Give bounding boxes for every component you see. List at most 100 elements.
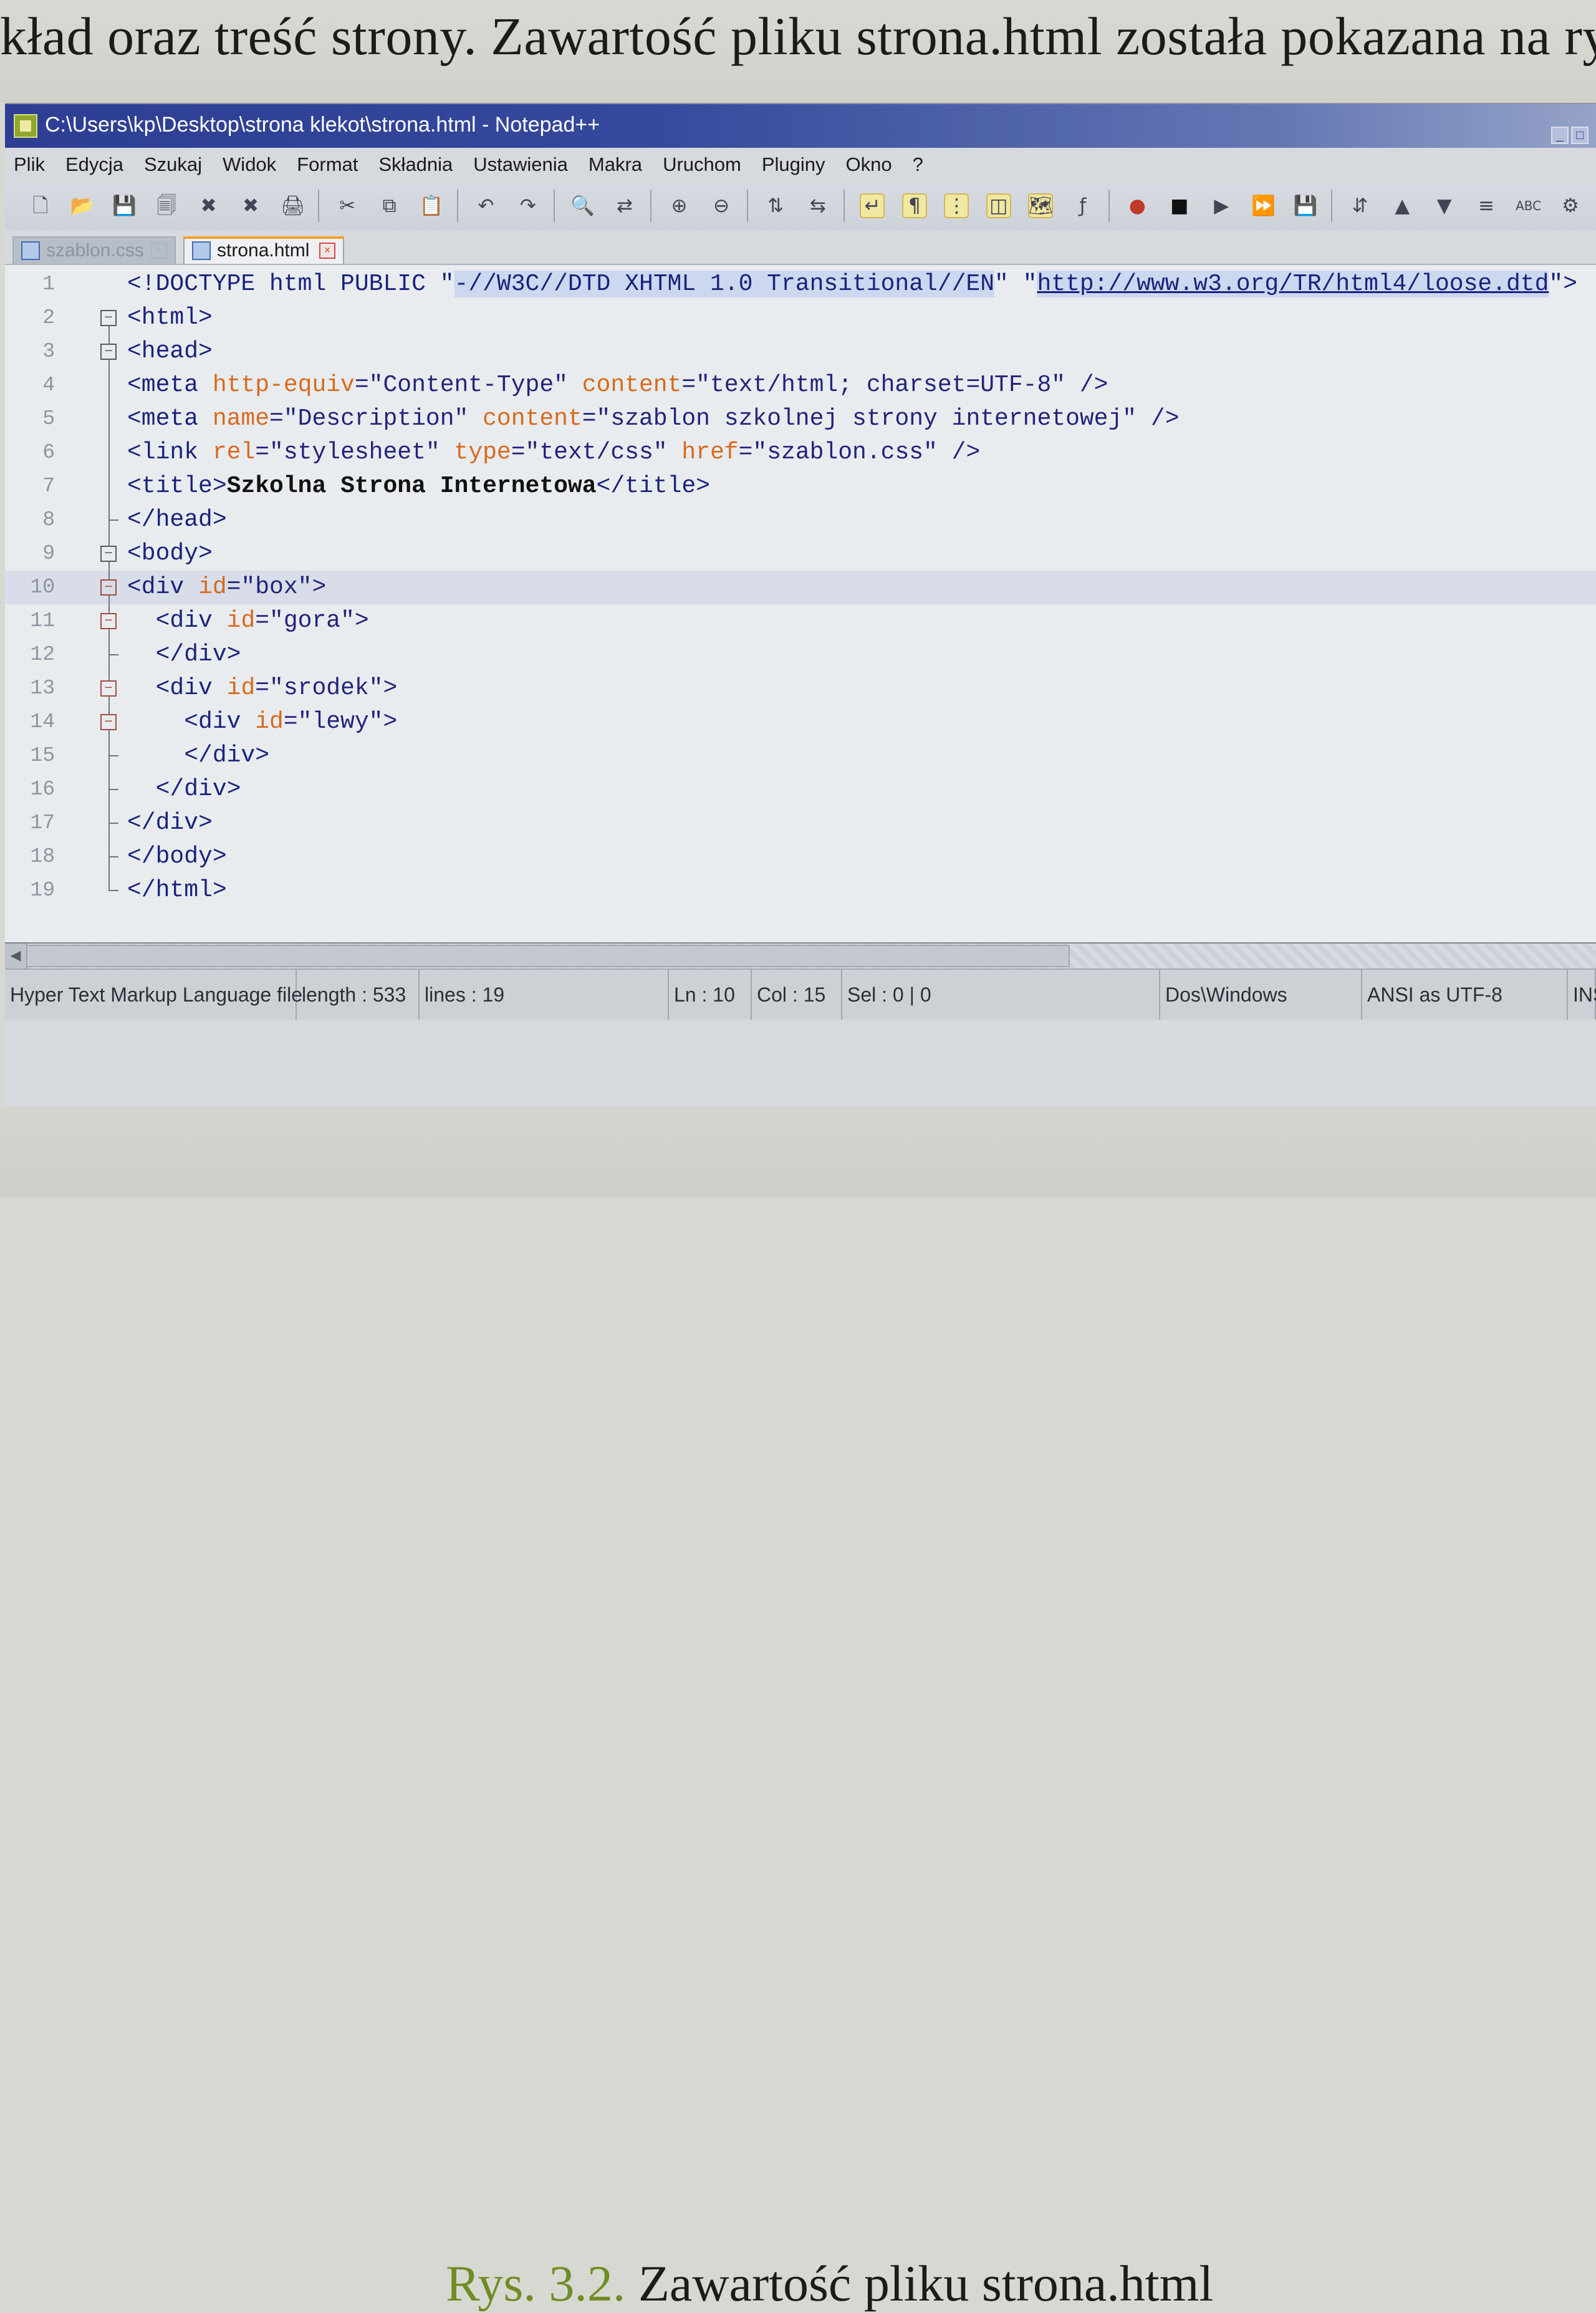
maximize-button[interactable]: □ xyxy=(1571,127,1589,144)
tab-szablon-css[interactable]: szablon.css × xyxy=(12,236,176,264)
code-text[interactable]: </head> xyxy=(127,503,227,537)
menu-item-9[interactable]: Pluginy xyxy=(762,153,825,176)
minimize-button[interactable]: _ xyxy=(1551,127,1569,144)
save-button[interactable]: 💾 xyxy=(108,189,141,223)
tab-strona-html[interactable]: strona.html × xyxy=(183,236,344,264)
up-button[interactable]: ▲ xyxy=(1385,189,1418,223)
save-macro-button[interactable]: 💾 xyxy=(1289,189,1322,223)
code-line[interactable]: 3 − <head> xyxy=(5,335,1596,369)
user-defined-button[interactable]: ◫ xyxy=(982,189,1015,223)
menu-item-10[interactable]: Okno xyxy=(846,153,892,176)
code-line[interactable]: 9 − <body> xyxy=(5,537,1596,571)
menu-item-8[interactable]: Uruchom xyxy=(663,153,741,176)
code-line[interactable]: 2 − <html> xyxy=(5,301,1596,335)
copy-button[interactable]: ⧉ xyxy=(373,189,406,223)
code-line[interactable]: 10 − <div id="box"> xyxy=(5,571,1596,604)
code-line[interactable]: 4 <meta http-equiv="Content-Type" content… xyxy=(5,369,1596,402)
menu-item-7[interactable]: Makra xyxy=(589,153,642,176)
wrap-button[interactable]: ↵ xyxy=(856,189,889,223)
indent-guide-button[interactable]: ⋮ xyxy=(940,189,973,223)
code-text[interactable]: </div> xyxy=(127,739,269,773)
menu-item-3[interactable]: Widok xyxy=(223,153,276,176)
fold-toggle-icon[interactable]: − xyxy=(100,344,117,360)
function-list-button[interactable]: ƒ xyxy=(1066,189,1099,223)
menu-item-6[interactable]: Ustawienia xyxy=(473,153,568,176)
code-line[interactable]: 18 </body> xyxy=(5,840,1596,874)
horizontal-scroll-thumb[interactable] xyxy=(26,945,1070,967)
code-line[interactable]: 7 <title>Szkolna Strona Internetowa</titl… xyxy=(5,470,1596,503)
close-button[interactable]: ✖ xyxy=(192,189,225,223)
fold-toggle-icon[interactable]: − xyxy=(100,680,117,697)
code-line[interactable]: 12 </div> xyxy=(5,638,1596,672)
new-file-button[interactable]: 🗋 xyxy=(24,189,57,223)
record-button[interactable]: ● xyxy=(1121,189,1154,223)
open-file-button[interactable]: 📂 xyxy=(65,189,99,223)
spell-button[interactable]: ABC xyxy=(1512,189,1545,223)
playback-button[interactable]: ⏩ xyxy=(1247,189,1280,223)
code-text[interactable]: <body> xyxy=(127,537,213,571)
close-tab-icon[interactable]: × xyxy=(319,243,335,259)
zoom-in-button[interactable]: ⊕ xyxy=(663,189,696,223)
menu-item-4[interactable]: Format xyxy=(297,153,358,176)
print-button[interactable]: 🖨 xyxy=(276,189,309,223)
replace-button[interactable]: ⇄ xyxy=(608,189,641,223)
redo-button[interactable]: ↷ xyxy=(511,189,544,223)
close-tab-icon[interactable]: × xyxy=(151,243,167,259)
code-line[interactable]: 5 <meta name="Description" content="szabl… xyxy=(5,402,1596,436)
doc-map-button[interactable]: 🗺 xyxy=(1024,189,1057,223)
close-all-button[interactable]: ✖ xyxy=(234,189,267,223)
horizontal-scrollbar[interactable]: ◀ xyxy=(5,942,1596,968)
code-text[interactable]: <title>Szkolna Strona Internetowa</title… xyxy=(127,470,710,503)
code-text[interactable]: <div id="lewy"> xyxy=(127,705,397,739)
code-line[interactable]: 6 <link rel="stylesheet" type="text/css" … xyxy=(5,436,1596,470)
code-text[interactable]: <div id="gora"> xyxy=(127,604,369,638)
fold-toggle-icon[interactable]: − xyxy=(100,579,117,596)
sync-vertical-button[interactable]: ⇅ xyxy=(759,189,792,223)
code-text[interactable]: <head> xyxy=(127,335,213,369)
code-line[interactable]: 8 </head> xyxy=(5,503,1596,537)
plugin-button[interactable]: ⚙ xyxy=(1554,189,1587,223)
code-editor[interactable]: 1 <!DOCTYPE html PUBLIC "-//W3C//DTD XHTM… xyxy=(5,264,1596,942)
code-line[interactable]: 1 <!DOCTYPE html PUBLIC "-//W3C//DTD XHTM… xyxy=(5,268,1596,301)
code-text[interactable]: <div id="srodek"> xyxy=(127,672,398,705)
code-line[interactable]: 15 </div> xyxy=(5,739,1596,773)
code-text[interactable]: <div id="box"> xyxy=(127,571,326,604)
menu-item-5[interactable]: Składnia xyxy=(378,153,453,176)
code-text[interactable]: </div> xyxy=(127,773,241,806)
code-line[interactable]: 11 − <div id="gora"> xyxy=(5,604,1596,638)
scroll-left-icon[interactable]: ◀ xyxy=(5,944,27,968)
title-bar[interactable]: C:\Users\kp\Desktop\strona klekot\strona… xyxy=(5,104,1596,148)
zoom-out-button[interactable]: ⊖ xyxy=(704,189,738,223)
menu-item-11[interactable]: ? xyxy=(913,153,923,176)
code-line[interactable]: 19 </html> xyxy=(5,874,1596,907)
code-text[interactable]: <!DOCTYPE html PUBLIC "-//W3C//DTD XHTML… xyxy=(127,268,1577,301)
code-text[interactable]: </html> xyxy=(127,874,227,907)
code-text[interactable]: </div> xyxy=(127,638,241,672)
code-line[interactable]: 13 − <div id="srodek"> xyxy=(5,672,1596,705)
code-text[interactable]: <html> xyxy=(127,301,213,335)
all-chars-button[interactable]: ¶ xyxy=(898,189,931,223)
play-button[interactable]: ▶ xyxy=(1204,189,1238,223)
trim-button[interactable]: ≡ xyxy=(1469,189,1502,223)
down-button[interactable]: ▼ xyxy=(1428,189,1461,223)
code-text[interactable]: <meta name="Description" content="szablo… xyxy=(127,402,1180,436)
find-button[interactable]: 🔍 xyxy=(566,189,599,223)
save-all-button[interactable]: 🗐 xyxy=(150,189,183,223)
fold-toggle-icon[interactable]: − xyxy=(100,310,117,326)
stop-button[interactable]: ■ xyxy=(1163,189,1196,223)
paste-button[interactable]: 📋 xyxy=(415,189,448,223)
fold-toggle-icon[interactable]: − xyxy=(100,613,117,629)
menu-item-1[interactable]: Edycja xyxy=(65,153,123,176)
cut-button[interactable]: ✂ xyxy=(330,189,363,223)
sync-horizontal-button[interactable]: ⇆ xyxy=(801,189,834,223)
fold-toggle-icon[interactable]: − xyxy=(100,714,117,730)
fold-toggle-icon[interactable]: − xyxy=(100,546,117,562)
code-line[interactable]: 17 </div> xyxy=(5,806,1596,840)
code-text[interactable]: </div> xyxy=(127,806,213,840)
undo-button[interactable]: ↶ xyxy=(469,189,502,223)
code-text[interactable]: </body> xyxy=(127,840,227,874)
code-line[interactable]: 14 − <div id="lewy"> xyxy=(5,705,1596,739)
code-text[interactable]: <meta http-equiv="Content-Type" content=… xyxy=(127,369,1108,402)
code-line[interactable]: 16 </div> xyxy=(5,773,1596,806)
code-text[interactable]: <link rel="stylesheet" type="text/css" h… xyxy=(127,436,980,470)
